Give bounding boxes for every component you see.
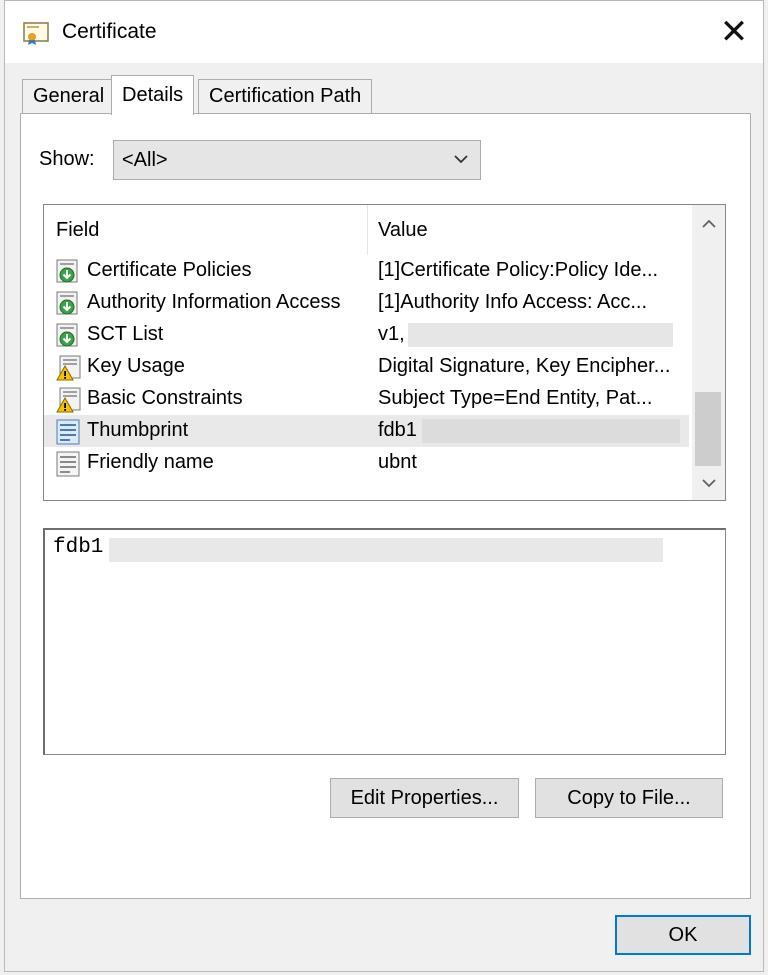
column-header-field[interactable]: Field bbox=[44, 205, 368, 255]
copy-to-file-button[interactable]: Copy to File... bbox=[535, 778, 723, 818]
extension-icon bbox=[56, 291, 78, 315]
field-name: Thumbprint bbox=[87, 419, 189, 441]
field-name: Friendly name bbox=[87, 451, 214, 473]
close-icon: ✕ bbox=[719, 13, 749, 51]
show-dropdown-value: <All> bbox=[122, 148, 168, 171]
redaction bbox=[422, 419, 680, 443]
field-name: Certificate Policies bbox=[87, 259, 252, 281]
field-value: v1, bbox=[378, 323, 405, 345]
certificate-dialog: Certificate ✕ General Details Certificat… bbox=[4, 0, 764, 972]
field-value: [1]Authority Info Access: Acc... bbox=[378, 291, 648, 313]
list-row-key-usage[interactable]: Key Usage Digital Signature, Key Enciphe… bbox=[44, 351, 689, 383]
chevron-down-icon bbox=[454, 155, 468, 164]
field-value: [1]Certificate Policy:Policy Ide... bbox=[378, 259, 659, 281]
certificate-icon bbox=[23, 22, 49, 45]
chevron-down-icon bbox=[701, 479, 716, 488]
detail-text: fdb1 bbox=[53, 536, 104, 559]
extension-icon bbox=[56, 259, 78, 283]
show-dropdown[interactable]: <All> bbox=[113, 140, 481, 180]
value-detail-textbox[interactable]: fdb1 bbox=[43, 528, 726, 755]
field-value: ubnt bbox=[378, 451, 417, 473]
field-name: Authority Information Access bbox=[87, 291, 341, 313]
chevron-up-icon bbox=[701, 219, 716, 228]
tab-details[interactable]: Details bbox=[111, 75, 195, 115]
list-row-authority-information-access[interactable]: Authority Information Access [1]Authorit… bbox=[44, 287, 689, 319]
extension-icon bbox=[56, 323, 78, 347]
scroll-down-button[interactable] bbox=[692, 466, 725, 500]
tab-general[interactable]: General bbox=[22, 79, 116, 113]
edit-properties-button[interactable]: Edit Properties... bbox=[330, 778, 519, 818]
list-row-thumbprint[interactable]: Thumbprint fdb1 bbox=[44, 415, 689, 447]
field-value: Digital Signature, Key Encipher... bbox=[378, 355, 671, 377]
property-icon bbox=[56, 451, 80, 477]
list-header: Field Value bbox=[44, 205, 689, 255]
warning-icon bbox=[56, 355, 81, 381]
show-label: Show: bbox=[39, 148, 95, 170]
list-row-friendly-name[interactable]: Friendly name ubnt bbox=[44, 447, 689, 479]
close-button[interactable]: ✕ bbox=[705, 1, 763, 63]
warning-icon bbox=[56, 387, 81, 413]
scroll-up-button[interactable] bbox=[692, 207, 725, 241]
list-row-sct-list[interactable]: SCT List v1, bbox=[44, 319, 689, 351]
column-header-value[interactable]: Value bbox=[368, 205, 689, 255]
property-icon bbox=[56, 419, 80, 445]
vertical-scrollbar[interactable] bbox=[692, 205, 725, 500]
tab-certification-path[interactable]: Certification Path bbox=[198, 79, 373, 113]
redaction bbox=[408, 323, 673, 347]
field-value: fdb1 bbox=[378, 419, 417, 441]
field-name: Key Usage bbox=[87, 355, 185, 377]
field-name: SCT List bbox=[87, 323, 164, 345]
redaction bbox=[109, 538, 663, 562]
ok-button[interactable]: OK bbox=[615, 915, 751, 955]
fields-list[interactable]: Field Value Certificate Policies [1]Cert… bbox=[43, 204, 726, 501]
field-name: Basic Constraints bbox=[87, 387, 243, 409]
title-bar: Certificate ✕ bbox=[5, 1, 763, 63]
list-row-basic-constraints[interactable]: Basic Constraints Subject Type=End Entit… bbox=[44, 383, 689, 415]
window-title: Certificate bbox=[62, 20, 157, 43]
field-value: Subject Type=End Entity, Pat... bbox=[378, 387, 653, 409]
scroll-thumb[interactable] bbox=[695, 392, 721, 466]
list-row-certificate-policies[interactable]: Certificate Policies [1]Certificate Poli… bbox=[44, 255, 689, 287]
